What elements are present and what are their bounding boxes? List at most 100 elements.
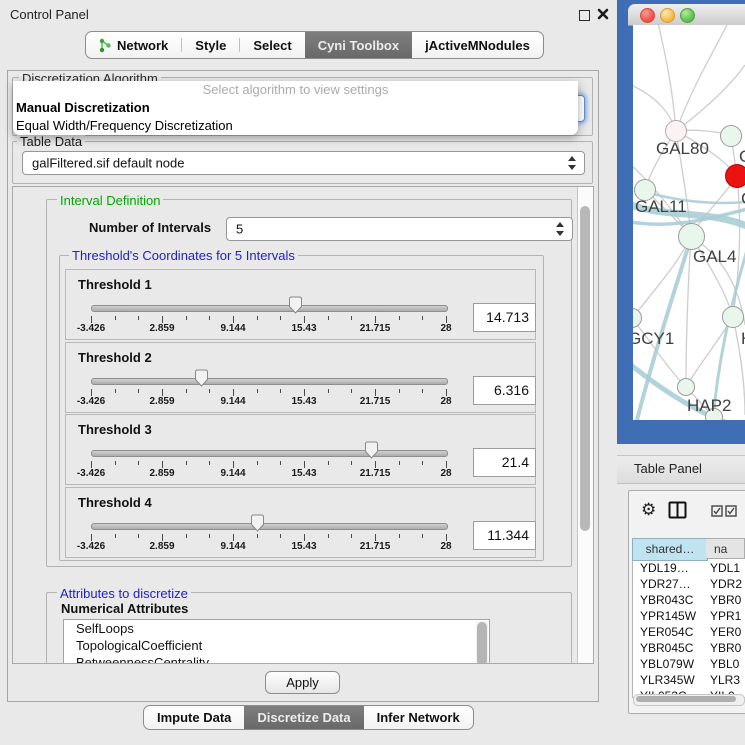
threshold-slider-thumb[interactable] xyxy=(364,441,379,459)
table-horizontal-scrollbar-thumb[interactable] xyxy=(636,696,736,702)
threshold-value-field[interactable]: 6.316 xyxy=(473,376,536,405)
threshold-slider-track[interactable] xyxy=(91,450,448,457)
network-window-titlebar[interactable] xyxy=(628,4,745,26)
network-node-gal4[interactable] xyxy=(678,223,705,250)
threshold-label: Threshold 1 xyxy=(78,277,152,292)
threshold-slider-thumb[interactable] xyxy=(288,296,303,314)
slider-tick xyxy=(328,389,329,393)
zoom-window-traffic-light[interactable] xyxy=(680,8,695,23)
settings-vertical-scrollbar[interactable] xyxy=(577,187,593,663)
slider-tick xyxy=(233,461,234,468)
slider-tick-label: 28 xyxy=(440,468,451,479)
slider-tick-label: 21.715 xyxy=(360,541,391,552)
table-row[interactable]: YER054CYER0 xyxy=(632,624,745,640)
slider-tick xyxy=(422,534,423,538)
threshold-value-field[interactable]: 14.713 xyxy=(473,303,536,332)
close-panel-icon[interactable] xyxy=(596,7,610,21)
slider-tick-label: 2.859 xyxy=(149,323,174,334)
slider-tick xyxy=(115,461,116,465)
interval-definition-group-title: Interval Definition xyxy=(57,193,163,208)
threshold-slider-thumb[interactable] xyxy=(250,514,265,532)
table-data-combobox[interactable]: galFiltered.sif default node xyxy=(22,151,585,175)
network-view-canvas[interactable]: GAL80 GA C GAL11 GAL4 GCY1 H HAP2 xyxy=(633,25,745,420)
slider-tick-label: 21.715 xyxy=(360,323,391,334)
algorithm-option-equal-width[interactable]: Equal Width/Frequency Discretization xyxy=(13,117,578,135)
node-label: GAL11 xyxy=(635,197,687,217)
network-node-hap2[interactable] xyxy=(677,378,695,396)
node-label: GCY1 xyxy=(633,329,674,349)
attribute-list-item[interactable]: BetweennessCentrality xyxy=(64,654,489,664)
table-row[interactable]: YPR145WYPR1 xyxy=(632,608,745,624)
table-row[interactable]: YLR345WYLR3 xyxy=(632,672,745,688)
split-columns-icon[interactable] xyxy=(668,501,687,520)
checkbox-icon[interactable] xyxy=(711,505,723,517)
slider-tick-label: 9.144 xyxy=(220,468,245,479)
tab-network[interactable]: Network xyxy=(86,32,181,58)
numerical-attributes-list[interactable]: SelfLoopsTopologicalCoefficientBetweenne… xyxy=(63,619,490,664)
table-horizontal-scrollbar[interactable] xyxy=(633,694,745,706)
minimize-window-traffic-light[interactable] xyxy=(660,8,675,23)
slider-tick xyxy=(257,316,258,320)
table-row[interactable]: YBR043CYBR0 xyxy=(632,592,745,608)
slider-tick xyxy=(446,534,447,541)
column-header-name[interactable]: na xyxy=(706,538,745,559)
number-of-intervals-combobox[interactable]: 5 xyxy=(226,217,573,241)
tab-select[interactable]: Select xyxy=(240,32,304,58)
combobox-stepper-icon xyxy=(568,156,577,170)
cell-name: YDR2 xyxy=(710,576,742,592)
settings-scroll-area: Interval Definition Number of Intervals … xyxy=(12,186,594,664)
threshold-slider-track[interactable] xyxy=(91,523,448,530)
table-row[interactable]: YBL079WYBL0 xyxy=(632,656,745,672)
threshold-label: Threshold 4 xyxy=(78,495,152,510)
cell-name: YBR0 xyxy=(710,592,741,608)
tab-cyni-toolbox[interactable]: Cyni Toolbox xyxy=(305,32,412,58)
network-node-selected-red[interactable] xyxy=(725,164,745,188)
slider-tick xyxy=(257,389,258,393)
table-panel-title: Table Panel xyxy=(634,461,702,476)
float-panel-icon[interactable] xyxy=(579,10,590,21)
attribute-list-item[interactable]: TopologicalCoefficient xyxy=(64,637,489,654)
threshold-slider-track[interactable] xyxy=(91,305,448,312)
threshold-value-field[interactable]: 11.344 xyxy=(473,521,536,550)
column-header-shared-name[interactable]: shared… xyxy=(632,538,708,561)
table-row[interactable]: YBR045CYBR0 xyxy=(632,640,745,656)
slider-tick xyxy=(422,389,423,393)
slider-tick xyxy=(162,389,163,396)
slider-tick xyxy=(399,316,400,320)
table-row[interactable]: YDL19…YDL1 xyxy=(632,560,745,576)
threshold-label: Threshold 3 xyxy=(78,422,152,437)
attributes-list-scrollbar[interactable] xyxy=(476,621,488,664)
threshold-slider-track[interactable] xyxy=(91,378,448,385)
network-node-h[interactable] xyxy=(722,306,744,328)
tab-discretize-data[interactable]: Discretize Data xyxy=(244,706,363,729)
tab-jactivemnodules[interactable]: jActiveMNodules xyxy=(412,32,543,58)
tab-style[interactable]: Style xyxy=(182,32,239,58)
checkbox-icon[interactable] xyxy=(725,505,737,517)
attribute-list-item[interactable]: SelfLoops xyxy=(64,620,489,637)
slider-tick xyxy=(91,316,92,323)
number-of-intervals-label: Number of Intervals xyxy=(89,220,211,235)
threshold-slider-thumb[interactable] xyxy=(194,369,209,387)
settings-vertical-scrollbar-thumb[interactable] xyxy=(580,206,590,531)
close-window-traffic-light[interactable] xyxy=(640,8,655,23)
application-window: Control Panel NetworkStyleSelectCyni Too… xyxy=(0,0,745,745)
table-row[interactable]: YDR27…YDR2 xyxy=(632,576,745,592)
algorithm-option-manual[interactable]: Manual Discretization xyxy=(13,99,578,117)
tab-infer-network[interactable]: Infer Network xyxy=(364,706,473,729)
node-label: GAL4 xyxy=(693,247,736,267)
tab-impute-data[interactable]: Impute Data xyxy=(144,706,244,729)
attributes-list-scrollbar-thumb[interactable] xyxy=(477,622,487,664)
combobox-stepper-icon xyxy=(556,222,565,236)
apply-button[interactable]: Apply xyxy=(265,671,340,694)
slider-tick-label: 2.859 xyxy=(149,396,174,407)
network-node-top-right[interactable] xyxy=(720,125,742,147)
cell-name: YPR1 xyxy=(710,608,741,624)
threshold-panel-1: Threshold 1-3.4262.8599.14415.4321.71528… xyxy=(65,269,536,340)
slider-tick xyxy=(422,316,423,320)
slider-tick xyxy=(422,461,423,465)
threshold-value-field[interactable]: 21.4 xyxy=(473,448,536,477)
slider-tick xyxy=(399,534,400,538)
numerical-attributes-label: Numerical Attributes xyxy=(61,601,188,616)
slider-tick-label: 15.43 xyxy=(291,396,316,407)
table-settings-gear-icon[interactable]: ⚙ xyxy=(641,501,656,518)
